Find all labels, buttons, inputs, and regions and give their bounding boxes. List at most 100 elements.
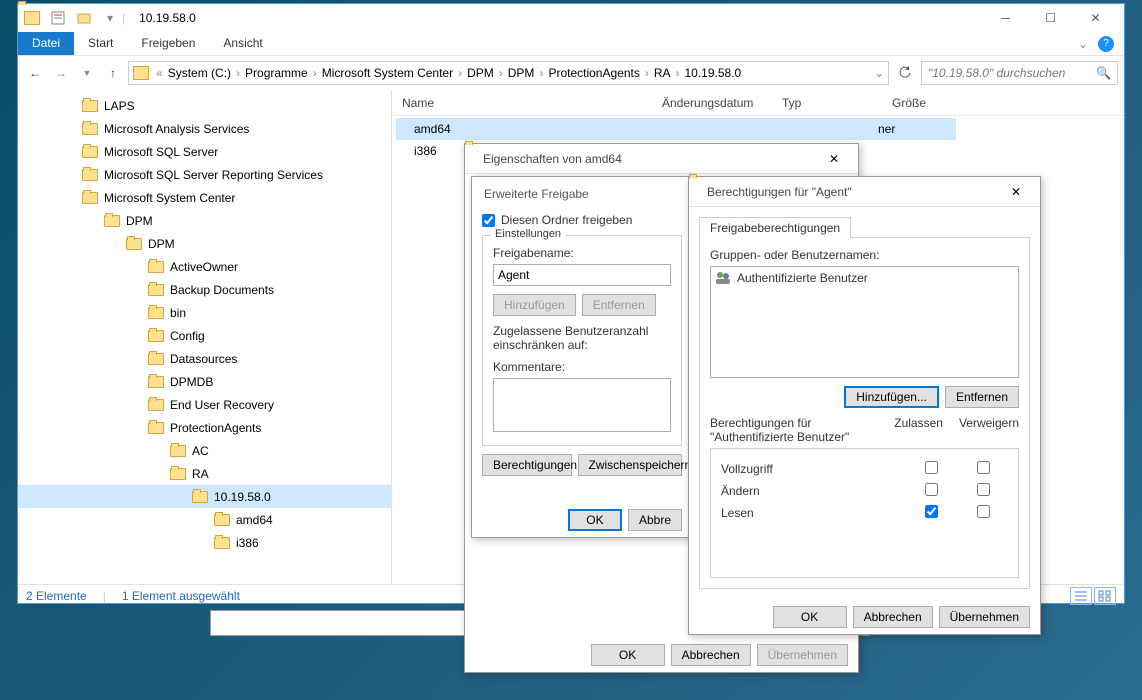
minimize-button[interactable]: ─ xyxy=(983,4,1028,32)
tree-item[interactable]: RA xyxy=(18,462,391,485)
dropdown-icon[interactable]: ▾ xyxy=(102,10,118,26)
breadcrumb-item[interactable]: 10.19.58.0 xyxy=(683,66,744,80)
tree-item[interactable]: End User Recovery xyxy=(18,393,391,416)
apply-button[interactable]: Übernehmen xyxy=(757,644,848,666)
tree-item[interactable]: AC xyxy=(18,439,391,462)
add-button[interactable]: Hinzufügen... xyxy=(844,386,939,408)
nav-up-button[interactable]: ↑ xyxy=(102,62,124,84)
tree-item-label: LAPS xyxy=(104,99,135,113)
users-listbox[interactable]: Authentifizierte Benutzer xyxy=(710,266,1019,378)
add-button[interactable]: Hinzufügen xyxy=(493,294,576,316)
refresh-button[interactable] xyxy=(893,61,917,85)
nav-history-button[interactable]: ▼ xyxy=(76,62,98,84)
breadcrumb-item[interactable]: DPM xyxy=(465,66,496,80)
tree-item[interactable]: DPM xyxy=(18,209,391,232)
column-header-date[interactable]: Änderungsdatum xyxy=(652,96,772,110)
comments-textarea[interactable] xyxy=(493,378,671,432)
ribbon-expand-icon[interactable]: ⌄ xyxy=(1078,37,1088,51)
folder-icon xyxy=(148,376,164,388)
ok-button[interactable]: OK xyxy=(591,644,665,666)
breadcrumb-item[interactable]: DPM xyxy=(506,66,537,80)
deny-change-checkbox[interactable] xyxy=(977,483,990,496)
tree-item[interactable]: Microsoft Analysis Services xyxy=(18,117,391,140)
dialog-heading: Erweiterte Freigabe xyxy=(472,177,692,211)
tree-item-label: RA xyxy=(192,467,209,481)
tree-item[interactable]: 10.19.58.0 xyxy=(18,485,391,508)
close-button[interactable]: ✕ xyxy=(1002,182,1030,202)
tree-item[interactable]: i386 xyxy=(18,531,391,554)
share-name-input[interactable] xyxy=(493,264,671,286)
help-icon[interactable]: ? xyxy=(1098,36,1114,52)
file-row[interactable]: amd64 ner xyxy=(396,118,956,140)
tree-item[interactable]: Config xyxy=(18,324,391,347)
tab-file[interactable]: Datei xyxy=(18,32,74,55)
caching-button[interactable]: Zwischenspeichern xyxy=(578,454,682,476)
column-header-type[interactable]: Typ xyxy=(772,96,882,110)
cancel-button[interactable]: Abbrechen xyxy=(853,606,933,628)
tree-item[interactable]: ProtectionAgents xyxy=(18,416,391,439)
view-details-icon[interactable] xyxy=(1070,587,1092,605)
search-icon[interactable]: 🔍 xyxy=(1096,66,1111,80)
tree-item[interactable]: DPMDB xyxy=(18,370,391,393)
close-button[interactable]: ✕ xyxy=(820,149,848,169)
folder-icon xyxy=(133,66,149,80)
breadcrumb-item[interactable]: RA xyxy=(652,66,673,80)
properties-icon[interactable] xyxy=(50,10,66,26)
cancel-button[interactable]: Abbre xyxy=(628,509,682,531)
maximize-button[interactable]: ☐ xyxy=(1028,4,1073,32)
deny-read-checkbox[interactable] xyxy=(977,505,990,518)
column-header-name[interactable]: Name xyxy=(392,96,652,110)
apply-button[interactable]: Übernehmen xyxy=(939,606,1030,628)
nav-forward-button[interactable]: → xyxy=(50,62,72,84)
tree-item-label: Microsoft SQL Server xyxy=(104,145,218,159)
tree-item[interactable]: ActiveOwner xyxy=(18,255,391,278)
list-item[interactable]: Authentifizierte Benutzer xyxy=(713,269,1016,287)
tree-item[interactable]: bin xyxy=(18,301,391,324)
tree-item[interactable]: amd64 xyxy=(18,508,391,531)
breadcrumb-item[interactable]: System (C:) xyxy=(166,66,233,80)
dropdown-icon[interactable]: ⌄ xyxy=(874,66,884,80)
tree-item[interactable]: DPM xyxy=(18,232,391,255)
tree-item[interactable]: Microsoft System Center xyxy=(18,186,391,209)
remove-button[interactable]: Entfernen xyxy=(582,294,656,316)
permissions-button[interactable]: Berechtigungen xyxy=(482,454,572,476)
remove-button[interactable]: Entfernen xyxy=(945,386,1019,408)
allow-change-checkbox[interactable] xyxy=(925,483,938,496)
ok-button[interactable]: OK xyxy=(773,606,847,628)
title-bar: ▾ | 10.19.58.0 ─ ☐ ✕ xyxy=(18,4,1124,32)
tab-start[interactable]: Start xyxy=(74,32,127,55)
tab-share[interactable]: Freigeben xyxy=(127,32,209,55)
tree-item[interactable]: Microsoft SQL Server Reporting Services xyxy=(18,163,391,186)
tree-item[interactable]: LAPS xyxy=(18,94,391,117)
tab-view[interactable]: Ansicht xyxy=(209,32,276,55)
tree-item[interactable]: Backup Documents xyxy=(18,278,391,301)
breadcrumb-item[interactable]: ProtectionAgents xyxy=(546,66,641,80)
share-folder-checkbox[interactable] xyxy=(482,214,495,227)
permissions-table: Vollzugriff Ändern Lesen xyxy=(719,457,1010,525)
close-button[interactable]: ✕ xyxy=(1073,4,1118,32)
breadcrumbs[interactable]: « System (C:)› Programme› Microsoft Syst… xyxy=(128,61,889,85)
folder-icon xyxy=(82,123,98,135)
file-type: ner xyxy=(878,122,895,136)
tab-share-permissions[interactable]: Freigabeberechtigungen xyxy=(699,217,851,238)
user-limit-label: Zugelassene Benutzeranzahl einschränken … xyxy=(493,324,671,352)
column-header-size[interactable]: Größe xyxy=(882,96,962,110)
allow-full-checkbox[interactable] xyxy=(925,461,938,474)
breadcrumb-item[interactable]: Programme xyxy=(243,66,310,80)
breadcrumb-item[interactable]: Microsoft System Center xyxy=(320,66,455,80)
ok-button[interactable]: OK xyxy=(568,509,622,531)
view-large-icon[interactable] xyxy=(1094,587,1116,605)
allow-read-checkbox[interactable] xyxy=(925,505,938,518)
tree-item[interactable]: Datasources xyxy=(18,347,391,370)
cancel-button[interactable]: Abbrechen xyxy=(671,644,751,666)
file-name: i386 xyxy=(414,144,437,158)
search-input[interactable] xyxy=(928,66,1096,80)
deny-full-checkbox[interactable] xyxy=(977,461,990,474)
tree-item-label: ActiveOwner xyxy=(170,260,238,274)
tree-item-label: Microsoft Analysis Services xyxy=(104,122,249,136)
new-folder-icon[interactable] xyxy=(76,10,92,26)
tree-item[interactable]: Microsoft SQL Server xyxy=(18,140,391,163)
permissions-dialog: Berechtigungen für "Agent" ✕ Freigabeber… xyxy=(688,176,1041,635)
nav-back-button[interactable]: ← xyxy=(24,62,46,84)
search-box[interactable]: 🔍 xyxy=(921,61,1118,85)
